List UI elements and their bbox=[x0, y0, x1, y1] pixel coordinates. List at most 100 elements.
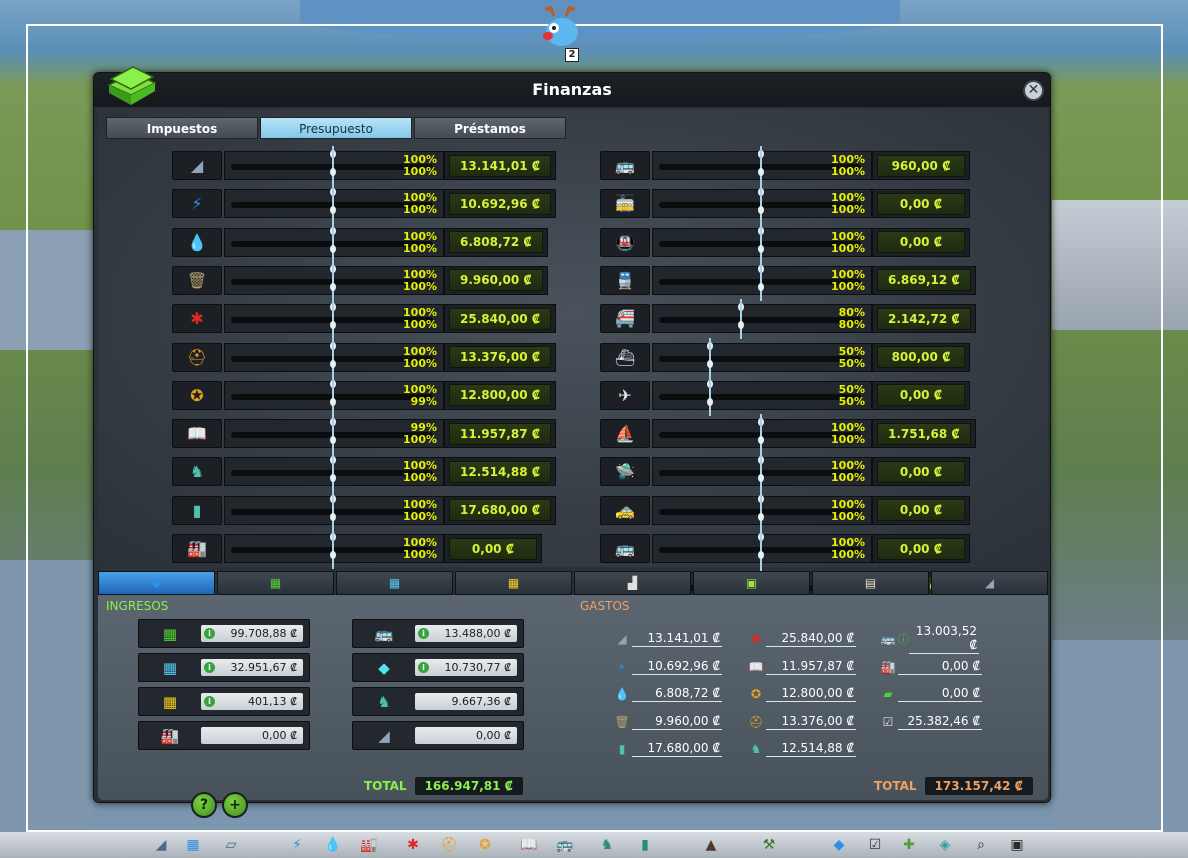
budget-slider[interactable]: 99% 100% bbox=[224, 414, 444, 455]
budget-slider[interactable]: 100%100% bbox=[224, 529, 444, 569]
expense-item: ⚡ 10.692,96 ₡ bbox=[612, 657, 722, 677]
info-icon[interactable]: i bbox=[204, 696, 215, 707]
budget-slider[interactable]: 100%100% bbox=[224, 222, 444, 263]
education-tool-icon[interactable]: 📖 bbox=[518, 834, 540, 856]
expense-item: 📖 11.957,87 ₡ bbox=[746, 657, 856, 677]
chirper-notification[interactable]: 2 bbox=[536, 4, 588, 62]
budget-slider[interactable]: 100%100% bbox=[652, 529, 872, 569]
income-value: 0,00 ₡ bbox=[201, 727, 303, 744]
slider-handle[interactable] bbox=[329, 375, 337, 416]
budget-slider[interactable]: 100%100% bbox=[652, 452, 872, 493]
slider-handle[interactable] bbox=[329, 260, 337, 301]
budget-slider[interactable]: 100%100% bbox=[652, 222, 872, 263]
budget-slider[interactable]: 100% 99% bbox=[224, 375, 444, 416]
slider-handle[interactable] bbox=[757, 529, 765, 569]
budget-percent: 100%100% bbox=[821, 422, 865, 446]
slider-handle[interactable] bbox=[329, 184, 337, 225]
slider-handle[interactable] bbox=[329, 452, 337, 493]
budget-slider[interactable]: 100%100% bbox=[652, 184, 872, 225]
budget-slider[interactable]: 100%100% bbox=[224, 299, 444, 340]
tab-prestamos[interactable]: Préstamos bbox=[414, 117, 566, 139]
slider-handle[interactable] bbox=[329, 337, 337, 378]
slider-handle[interactable] bbox=[757, 490, 765, 531]
slider-handle[interactable] bbox=[329, 529, 337, 569]
budget-percent: 50% 50% bbox=[821, 345, 865, 370]
category-tab-office[interactable]: ▦ bbox=[455, 571, 572, 595]
category-tab-industrial[interactable]: ▟ bbox=[574, 571, 691, 595]
budget-slider[interactable]: 100%100% bbox=[652, 490, 872, 531]
budget-percent: 100%100% bbox=[393, 154, 437, 178]
search-tool-icon[interactable]: ⌕ bbox=[970, 834, 992, 856]
category-tab-transport[interactable]: ▣ bbox=[693, 571, 810, 595]
healthcare-tool-icon[interactable]: ✱ bbox=[402, 834, 424, 856]
category-tab-commercial[interactable]: ▦ bbox=[336, 571, 453, 595]
info-icon[interactable]: i bbox=[418, 662, 429, 673]
budget-slider[interactable]: 100%100% bbox=[224, 260, 444, 301]
income-amount: 0,00 ₡ bbox=[262, 729, 297, 742]
budget-slider[interactable]: 100%100% bbox=[224, 184, 444, 225]
water-tool-icon[interactable]: 💧 bbox=[322, 834, 344, 856]
info-icon[interactable]: i bbox=[204, 662, 215, 673]
slider-handle[interactable] bbox=[757, 184, 765, 225]
budget-slider[interactable]: 100%100% bbox=[652, 414, 872, 455]
budget-slider[interactable]: 50% 50% bbox=[652, 375, 872, 416]
slider-handle[interactable] bbox=[706, 375, 714, 416]
slider-handle[interactable] bbox=[757, 222, 765, 263]
budget-slider[interactable]: 100%100% bbox=[224, 490, 444, 531]
budget-slider[interactable]: 50% 50% bbox=[652, 337, 872, 378]
category-tab-overview[interactable]: ◆ bbox=[98, 571, 215, 595]
slider-handle[interactable] bbox=[329, 414, 337, 455]
info-views-tool-icon[interactable]: ◈ bbox=[934, 834, 956, 856]
budget-slider[interactable]: 100%100% bbox=[224, 452, 444, 493]
budget-slider[interactable]: 100%100% bbox=[652, 260, 872, 301]
budget-value-box: 11.957,87 ₡ bbox=[444, 419, 557, 449]
budget-slider[interactable]: 100%100% bbox=[652, 146, 872, 186]
slider-handle[interactable] bbox=[757, 260, 765, 301]
chirper-bird-icon bbox=[543, 5, 578, 46]
budget-slider[interactable]: 80% 80% bbox=[652, 299, 872, 340]
camera-tool-icon[interactable]: ▣ bbox=[1006, 834, 1028, 856]
budget-percent: 100%100% bbox=[821, 498, 865, 523]
info-icon[interactable]: i bbox=[418, 628, 429, 639]
income-item: ▦ i 401,13 ₡ bbox=[138, 687, 310, 716]
slider-handle[interactable] bbox=[329, 490, 337, 531]
parks-tool-icon[interactable]: ♞ bbox=[596, 834, 618, 856]
industry-tool-icon[interactable]: 🏭 bbox=[358, 834, 380, 856]
monuments-tool-icon[interactable]: ▮ bbox=[634, 834, 656, 856]
slider-handle[interactable] bbox=[757, 452, 765, 493]
slider-handle[interactable] bbox=[329, 146, 337, 186]
category-tab-tourism[interactable]: ▤ bbox=[812, 571, 929, 595]
category-tab-residential[interactable]: ▦ bbox=[217, 571, 334, 595]
slider-handle[interactable] bbox=[329, 222, 337, 263]
tab-impuestos[interactable]: Impuestos bbox=[106, 117, 258, 139]
info-icon[interactable]: i bbox=[204, 628, 215, 639]
budget-slider[interactable]: 100%100% bbox=[224, 337, 444, 378]
tab-presupuesto[interactable]: Presupuesto bbox=[260, 117, 412, 139]
areas-tool-icon[interactable]: ✚ bbox=[898, 834, 920, 856]
income-value: 0,00 ₡ bbox=[415, 727, 517, 744]
slider-handle[interactable] bbox=[757, 146, 765, 186]
roads-tool-icon[interactable]: ◢ bbox=[150, 834, 172, 856]
fire-tool-icon[interactable]: ⛑ bbox=[438, 834, 460, 856]
districts-tool-icon[interactable]: ▱ bbox=[220, 834, 242, 856]
help-button[interactable]: ? bbox=[191, 792, 217, 818]
category-tab-services[interactable]: ◢ bbox=[931, 571, 1048, 595]
slider-handle[interactable] bbox=[706, 337, 714, 378]
slider-handle[interactable] bbox=[757, 414, 765, 455]
police-tool-icon[interactable]: ✪ bbox=[474, 834, 496, 856]
zoning-tool-icon[interactable]: ▦ bbox=[182, 834, 204, 856]
economy-tool-icon[interactable]: ◆ bbox=[828, 834, 850, 856]
policies-tool-icon[interactable]: ☑ bbox=[864, 834, 886, 856]
slider-handle[interactable] bbox=[329, 299, 337, 340]
info-icon[interactable]: ⓘ bbox=[898, 631, 909, 647]
budget-slider[interactable]: 100%100% bbox=[224, 146, 444, 186]
expense-item: ♞ 12.514,88 ₡ bbox=[746, 739, 856, 759]
slider-handle[interactable] bbox=[737, 299, 745, 340]
add-button[interactable]: + bbox=[222, 792, 248, 818]
electricity-tool-icon[interactable]: ⚡ bbox=[286, 834, 308, 856]
bulldozer-tool-icon[interactable]: ⚒ bbox=[758, 834, 780, 856]
transport-tool-icon[interactable]: 🚌 bbox=[554, 834, 576, 856]
landscaping-tool-icon[interactable]: ▲ bbox=[700, 834, 722, 856]
title-bar[interactable]: Finanzas ✕ bbox=[94, 66, 1050, 107]
close-button[interactable]: ✕ bbox=[1023, 80, 1044, 101]
